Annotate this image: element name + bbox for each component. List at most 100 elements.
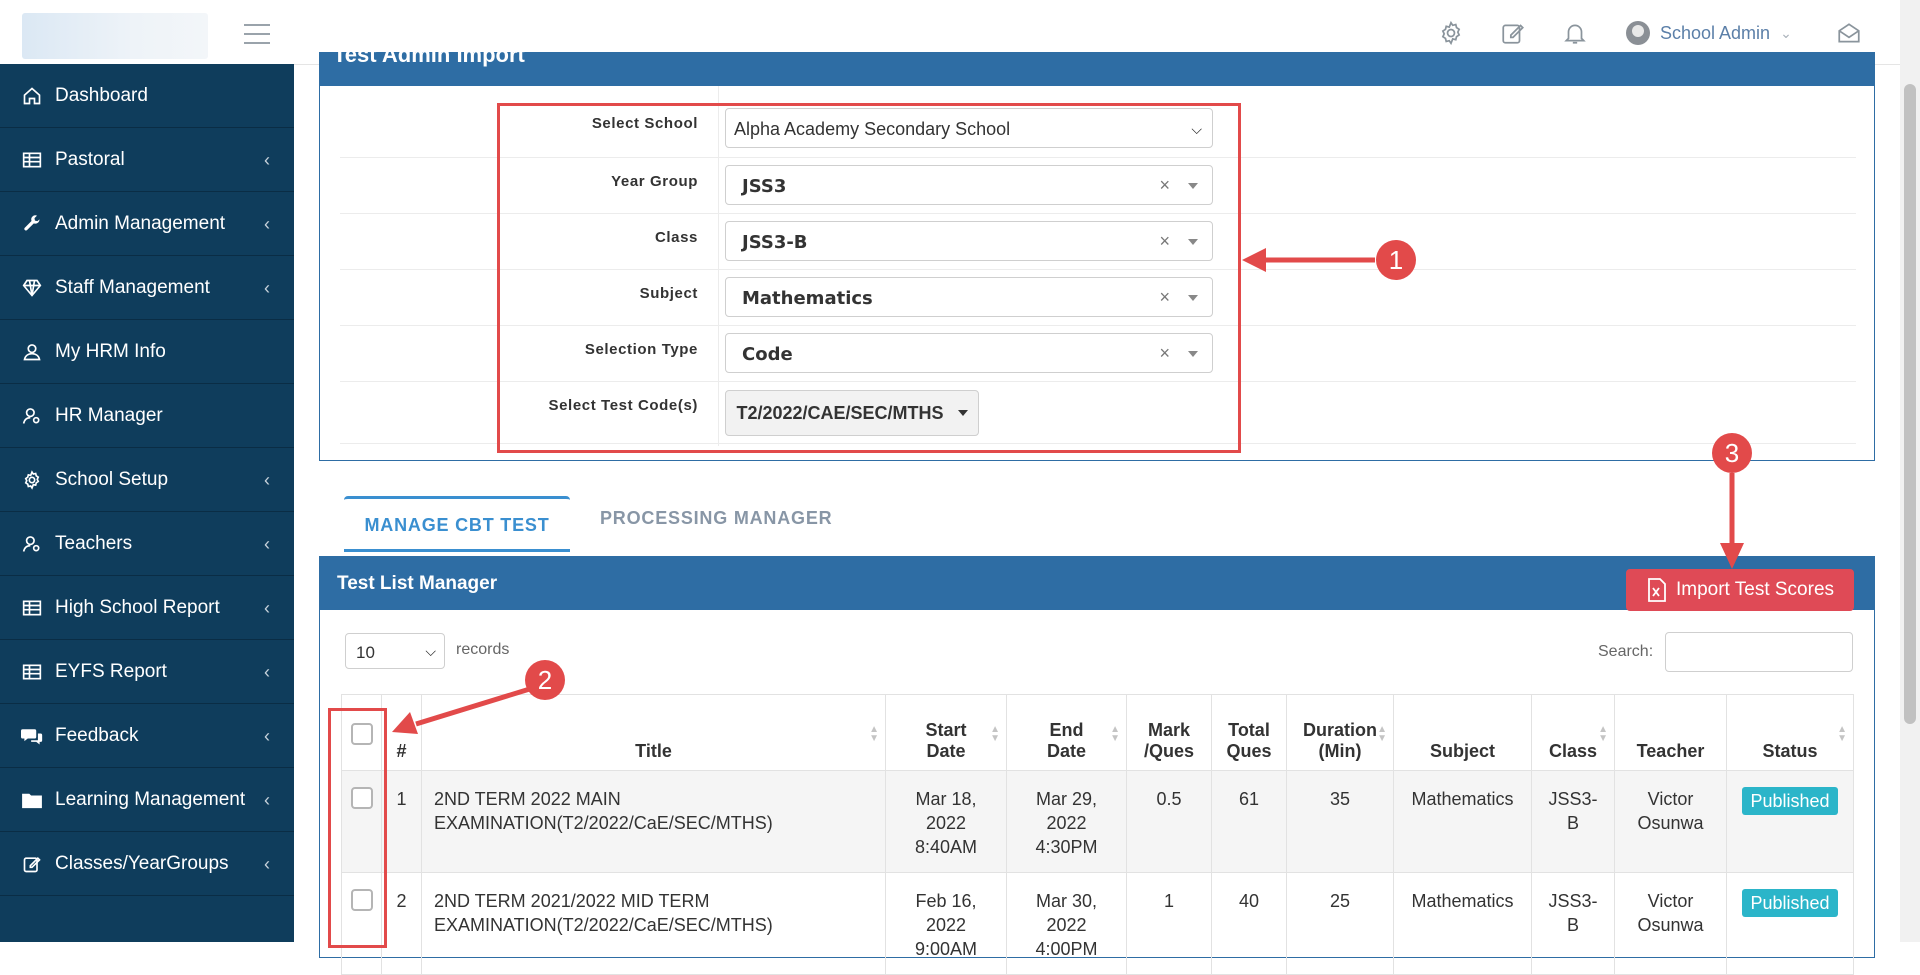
table-row[interactable]: 1 2ND TERM 2022 MAIN EXAMINATION(T2/2022/… xyxy=(341,770,1854,873)
sidebar-item-label: Staff Management xyxy=(55,276,210,298)
row-end-2: 2022 xyxy=(1046,915,1087,935)
header-total-ques[interactable]: Total Ques xyxy=(1211,694,1287,771)
chevron-left-icon: ‹ xyxy=(264,790,270,810)
chevron-left-icon: ‹ xyxy=(264,534,270,554)
import-panel-title: Test Admin Import xyxy=(333,42,525,67)
header-teacher-label: Teacher xyxy=(1636,741,1705,761)
table-header-row: # Title ▲ ▼ Start Date ▲ ▼ End Date ▲ ▼ Mark/Que… xyxy=(341,694,1854,771)
header-end-label: End xyxy=(1049,720,1084,740)
sidebar-item-classes-yeargroups[interactable]: Classes/YearGroups ‹ xyxy=(0,832,294,896)
row-end-1: Mar 29, xyxy=(1035,789,1098,809)
import-test-scores-button[interactable]: Import Test Scores xyxy=(1626,569,1854,611)
annotation-box-checkboxes xyxy=(328,708,387,948)
bell-icon[interactable] xyxy=(1562,20,1588,46)
page-scrollbar[interactable] xyxy=(1900,0,1920,942)
records-label: records xyxy=(456,641,510,658)
header-status[interactable]: Status ▲ ▼ xyxy=(1726,694,1854,771)
row-start-3: 9:00AM xyxy=(914,939,978,959)
header-start-date[interactable]: Start Date ▲ ▼ xyxy=(885,694,1007,771)
sidebar-item-learning-management[interactable]: Learning Management ‹ xyxy=(0,768,294,832)
row-total: 61 xyxy=(1211,770,1287,873)
gear-icon[interactable] xyxy=(1438,20,1464,46)
sidebar-item-pastoral[interactable]: Pastoral ‹ xyxy=(0,128,294,192)
table-icon xyxy=(20,596,44,620)
sidebar-item-school-setup[interactable]: School Setup ‹ xyxy=(0,448,294,512)
row-teacher: Victor Osunwa xyxy=(1614,872,1727,975)
sidebar-item-eyfs-report[interactable]: EYFS Report ‹ xyxy=(0,640,294,704)
sort-icon: ▲ ▼ xyxy=(1598,724,1608,744)
row-status: Published xyxy=(1726,872,1854,975)
header-class[interactable]: Class ▲ ▼ xyxy=(1531,694,1615,771)
sidebar-item-high-school-report[interactable]: High School Report ‹ xyxy=(0,576,294,640)
sidebar-item-feedback[interactable]: Feedback ‹ xyxy=(0,704,294,768)
chevron-left-icon: ‹ xyxy=(264,598,270,618)
test-list-title: Test List Manager xyxy=(337,573,498,594)
import-panel-header: Test Admin Import xyxy=(319,42,1875,86)
records-value: 10 xyxy=(356,643,375,662)
menu-toggle-icon[interactable] xyxy=(244,24,270,44)
sidebar-item-my-hrm-info[interactable]: My HRM Info xyxy=(0,320,294,384)
status-badge: Published xyxy=(1742,787,1838,815)
comments-icon xyxy=(20,724,44,748)
sort-icon: ▲ ▼ xyxy=(869,724,879,744)
excel-file-icon xyxy=(1648,578,1666,602)
row-start-3: 8:40AM xyxy=(914,837,978,857)
sidebar-item-teachers[interactable]: Teachers ‹ xyxy=(0,512,294,576)
row-teacher-2: Osunwa xyxy=(1637,813,1704,833)
row-class-1: JSS3- xyxy=(1548,789,1598,809)
header-title-label: Title xyxy=(635,741,672,761)
sidebar-item-dashboard[interactable]: Dashboard xyxy=(0,64,294,128)
sidebar-item-label: Admin Management xyxy=(55,212,226,234)
row-end-3: 4:00PM xyxy=(1035,939,1098,959)
user-gear-icon xyxy=(20,532,44,556)
header-total-label-2: Ques xyxy=(1226,741,1272,761)
sidebar-item-label: EYFS Report xyxy=(55,660,167,682)
row-title: 2ND TERM 2022 MAIN EXAMINATION(T2/2022/Ca… xyxy=(421,770,886,873)
sidebar-item-hr-manager[interactable]: HR Manager xyxy=(0,384,294,448)
chevron-down-icon: ⌄ xyxy=(1780,24,1792,41)
user-menu[interactable]: School Admin ⌄ xyxy=(1626,18,1792,48)
annotation-marker-1: 1 xyxy=(1376,240,1416,280)
folder-icon xyxy=(20,788,44,812)
import-button-label: Import Test Scores xyxy=(1675,579,1835,600)
search-input[interactable] xyxy=(1665,632,1853,672)
row-start-1: Mar 18, xyxy=(915,789,977,809)
wrench-icon xyxy=(20,212,44,236)
row-teacher: Victor Osunwa xyxy=(1614,770,1727,873)
scrollbar-thumb[interactable] xyxy=(1904,84,1916,724)
envelope-open-icon[interactable] xyxy=(1836,20,1862,46)
row-title-line-1: 2ND TERM 2022 MAIN xyxy=(434,789,621,809)
header-mark-ques[interactable]: Mark/Ques xyxy=(1126,694,1212,771)
chevron-down-icon: ⌵ xyxy=(425,643,436,659)
tab-processing-manager[interactable]: PROCESSING MANAGER xyxy=(600,496,832,552)
row-duration: 35 xyxy=(1286,770,1394,873)
sidebar-item-label: Learning Management xyxy=(55,788,246,810)
row-title-line-1: 2ND TERM 2021/2022 MID TERM xyxy=(434,891,710,911)
header-duration-label: Duration xyxy=(1303,720,1377,740)
row-status: Published xyxy=(1726,770,1854,873)
row-class-1: JSS3- xyxy=(1548,891,1598,911)
header-end-date[interactable]: End Date ▲ ▼ xyxy=(1006,694,1127,771)
chevron-left-icon: ‹ xyxy=(264,662,270,682)
test-list-table: # Title ▲ ▼ Start Date ▲ ▼ End Date ▲ ▼ Mark/Que… xyxy=(341,694,1854,975)
search-label: Search: xyxy=(1598,643,1654,660)
row-class-2: B xyxy=(1566,915,1579,935)
edit-icon[interactable] xyxy=(1500,20,1526,46)
header-total-label: Total xyxy=(1228,720,1270,740)
row-start-date: Mar 18, 2022 8:40AM xyxy=(885,770,1007,873)
row-subject: Mathematics xyxy=(1393,872,1532,975)
row-num: 1 xyxy=(381,770,422,873)
records-per-page-select[interactable]: 10 ⌵ xyxy=(345,633,445,669)
table-row[interactable]: 2 2ND TERM 2021/2022 MID TERM EXAMINATION… xyxy=(341,872,1854,975)
tab-manage-cbt-test[interactable]: MANAGE CBT TEST xyxy=(344,496,570,552)
header-duration[interactable]: Duration (Min) ▲ ▼ xyxy=(1286,694,1394,771)
header-teacher[interactable]: Teacher xyxy=(1614,694,1727,771)
chevron-left-icon: ‹ xyxy=(264,214,270,234)
school-logo[interactable] xyxy=(22,13,208,59)
sidebar-item-admin-management[interactable]: Admin Management ‹ xyxy=(0,192,294,256)
sidebar-item-staff-management[interactable]: Staff Management ‹ xyxy=(0,256,294,320)
header-class-label: Class xyxy=(1548,741,1598,761)
row-mark: 0.5 xyxy=(1126,770,1212,873)
header-subject[interactable]: Subject xyxy=(1393,694,1532,771)
chevron-left-icon: ‹ xyxy=(264,854,270,874)
